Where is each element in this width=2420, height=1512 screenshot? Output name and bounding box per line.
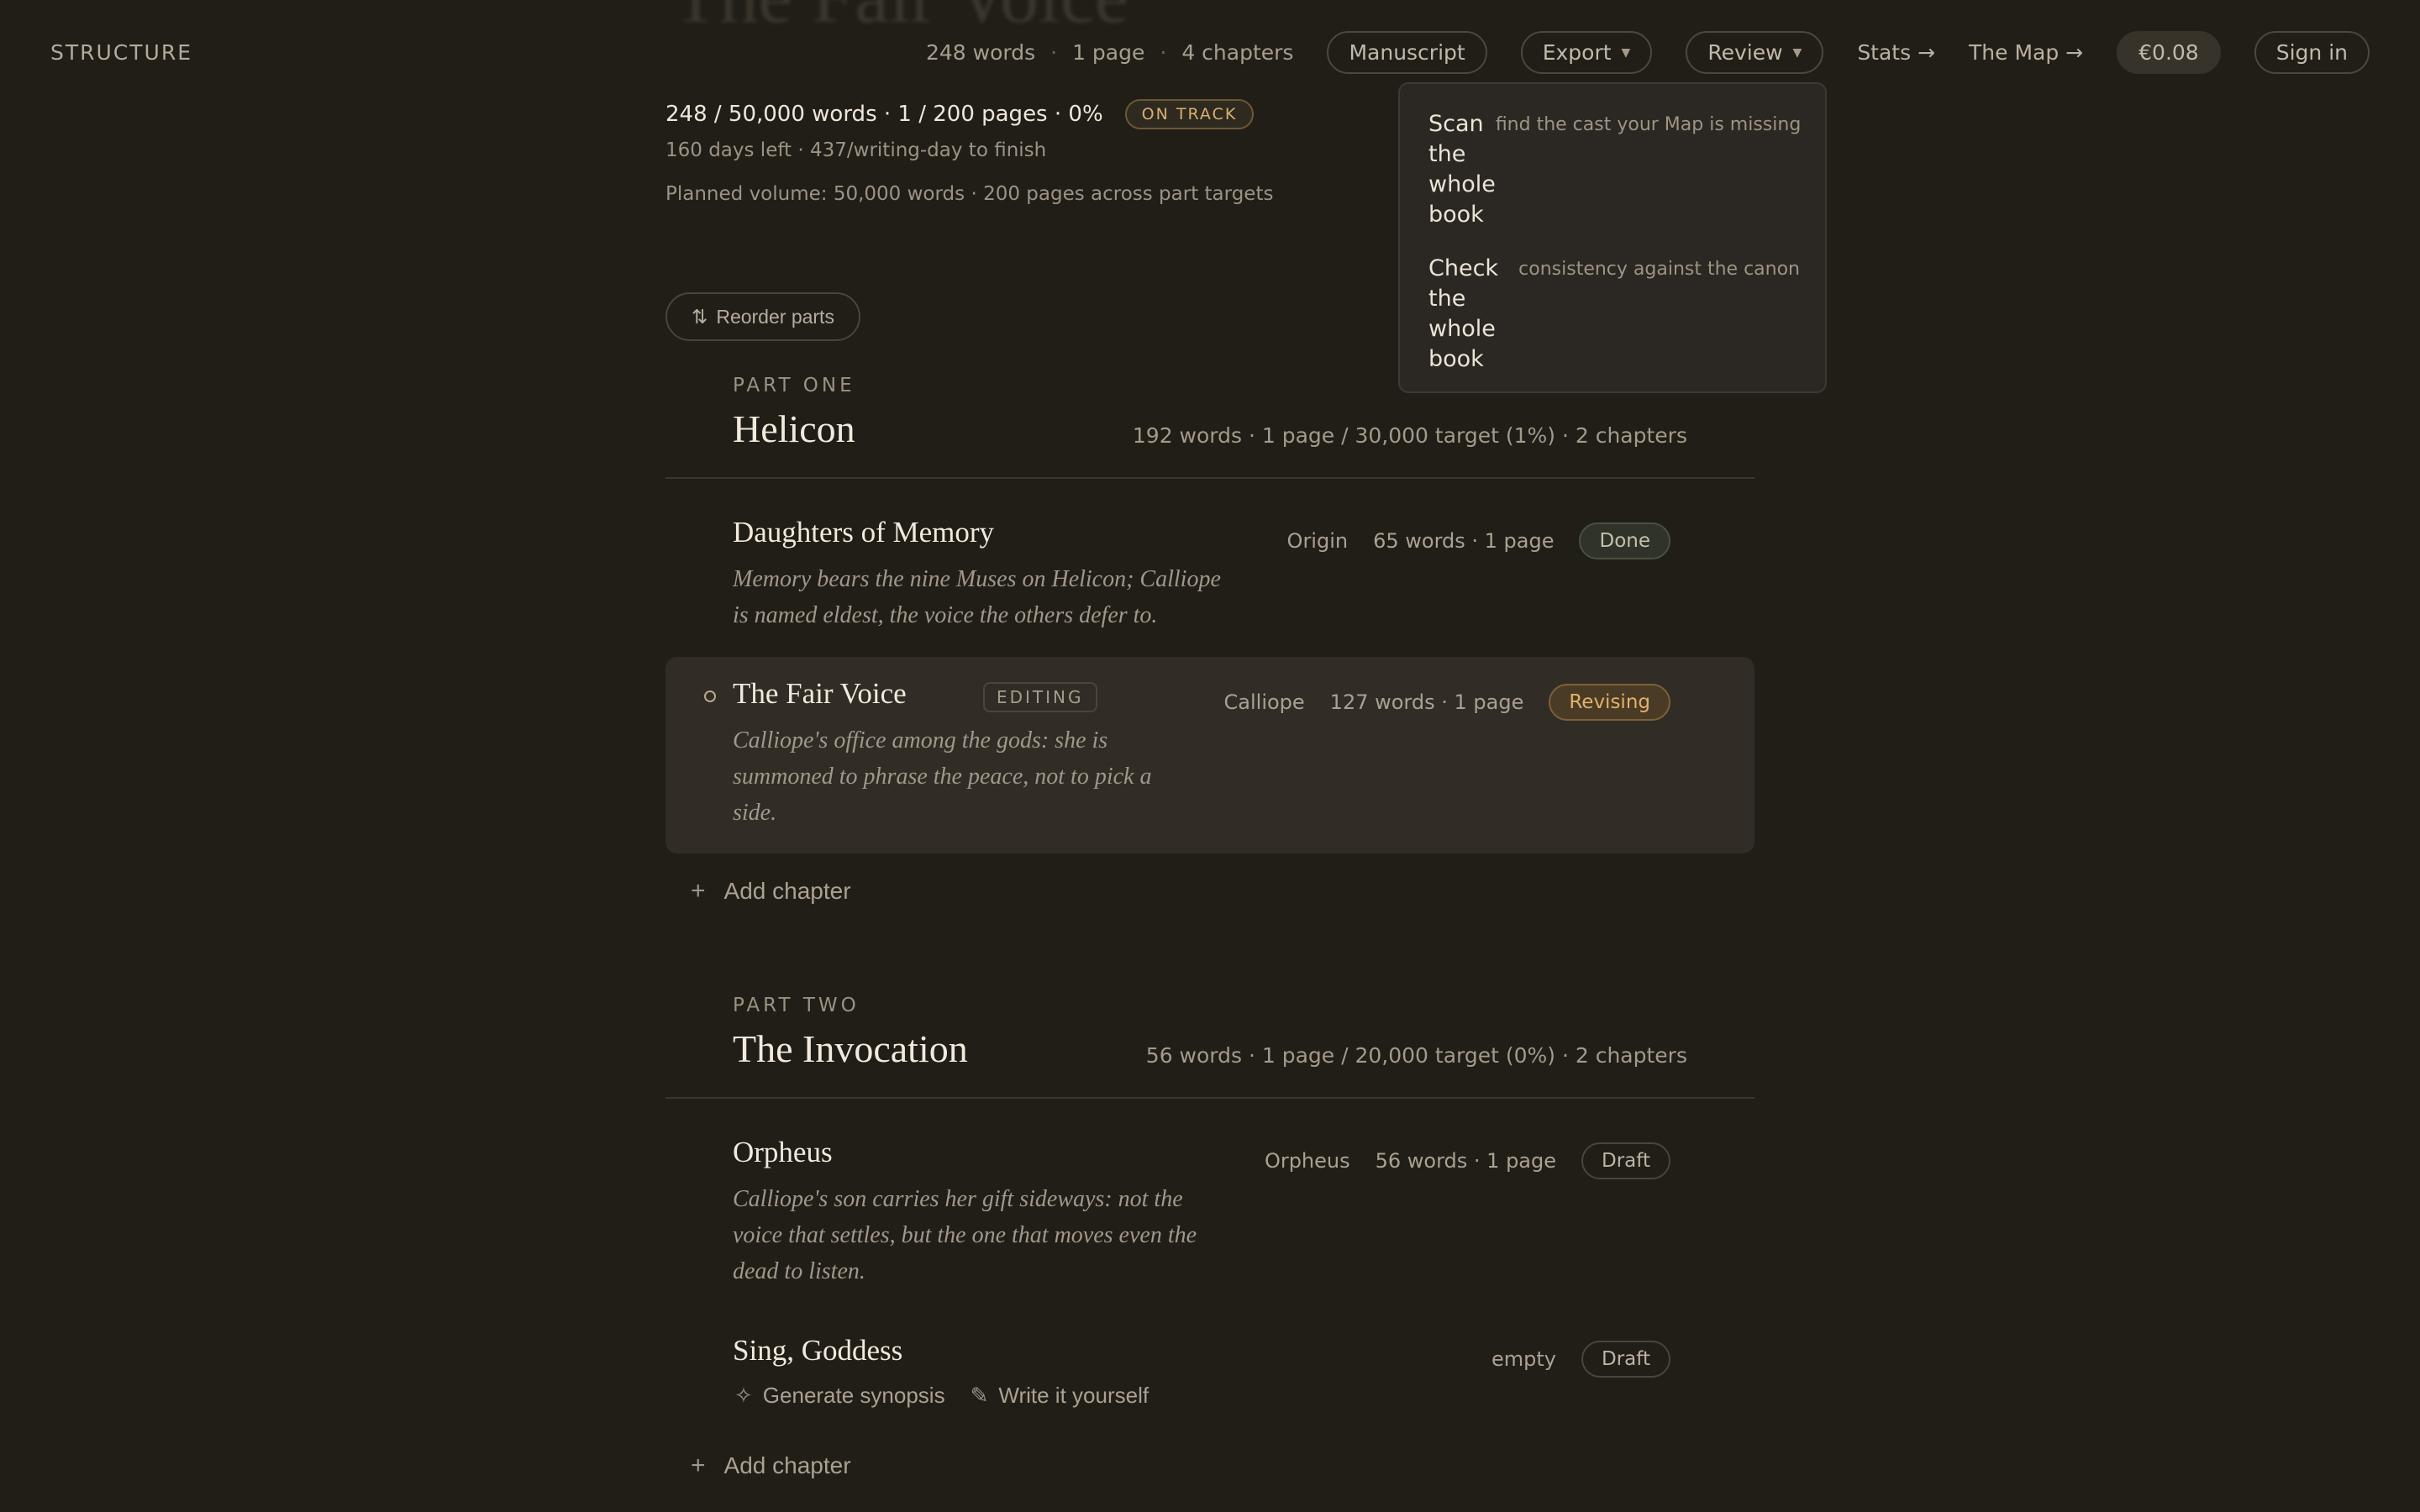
part-stats: 56 words · 1 page / 20,000 target (0%) ·… <box>1145 1043 1687 1068</box>
reorder-parts-button[interactable]: ⇅ Reorder parts <box>666 292 860 341</box>
status-badge[interactable]: Revising <box>1549 684 1670 721</box>
chapter-meta: Origin 65 words · 1 page Done <box>1287 522 1670 559</box>
divider <box>666 1097 1754 1099</box>
status-badge[interactable]: Draft <box>1581 1142 1670 1179</box>
menu-item-label: Scan the whole book <box>1428 111 1496 228</box>
book-stats: 248 words · 1 page · 4 chapters <box>926 40 1293 65</box>
chapter-synopsis: Calliope's son carries her gift sideways… <box>733 1186 1197 1284</box>
pencil-icon: ✎ <box>970 1383 989 1408</box>
write-yourself-label: Write it yourself <box>998 1383 1150 1408</box>
progress-summary: 248 / 50,000 words · 1 / 200 pages · 0% … <box>666 99 1255 129</box>
menu-item-scan-book[interactable]: Scan the whole book find the cast your M… <box>1428 109 1802 230</box>
menu-item-check-book[interactable]: Check the whole book consistency against… <box>1428 254 1800 375</box>
chapter-pov: Calliope <box>1223 690 1305 714</box>
plus-icon: + <box>691 1452 706 1479</box>
page-count: 1 page <box>1072 40 1145 65</box>
menu-item-hint: consistency against the canon <box>1518 259 1800 280</box>
chapter-actions: ✧ Generate synopsis ✎ Write it yourself <box>734 1383 1149 1409</box>
status-badge[interactable]: Done <box>1579 522 1670 559</box>
word-count: 248 words <box>925 40 1036 65</box>
app-brand: STRUCTURE <box>50 40 193 65</box>
part-label: PART TWO <box>733 995 860 1016</box>
plus-icon: + <box>691 877 706 905</box>
chapter-pov: Orpheus <box>1264 1149 1350 1173</box>
part-label: PART ONE <box>733 375 855 396</box>
chapter-title[interactable]: Sing, Goddess <box>733 1334 902 1368</box>
add-chapter-button[interactable]: + Add chapter <box>691 1452 851 1480</box>
menu-item-label: Check the whole book <box>1428 255 1499 372</box>
editing-badge: EDITING <box>983 682 1097 712</box>
chapter-meta: Orpheus 56 words · 1 page Draft <box>1265 1142 1670 1179</box>
separator: · <box>1050 40 1058 65</box>
map-link[interactable]: The Map → <box>1969 40 2083 65</box>
add-chapter-label: Add chapter <box>723 878 851 904</box>
chapter-synopsis: Memory bears the nine Muses on Helicon; … <box>733 566 1221 628</box>
chapter-pov: Origin <box>1286 529 1349 553</box>
caret-down-icon: ▼ <box>1792 45 1802 60</box>
add-chapter-button[interactable]: + Add chapter <box>691 877 851 906</box>
add-chapter-label: Add chapter <box>723 1452 851 1478</box>
menu-item-hint: find the cast your Map is missing <box>1495 114 1802 135</box>
active-indicator-icon <box>704 690 716 702</box>
chapter-count: 65 words · 1 page <box>1373 529 1555 553</box>
export-button-label: Export <box>1542 40 1612 65</box>
review-button[interactable]: Review ▼ <box>1686 31 1824 74</box>
separator: · <box>1160 40 1167 65</box>
top-bar: STRUCTURE 248 words · 1 page · 4 chapter… <box>0 0 2420 106</box>
reorder-icon: ⇅ <box>692 305 708 328</box>
generate-synopsis-label: Generate synopsis <box>762 1383 945 1408</box>
top-nav: 248 words · 1 page · 4 chapters Manuscri… <box>926 31 2370 74</box>
chapter-count: 4 chapters <box>1181 40 1294 65</box>
manuscript-button-label: Manuscript <box>1349 40 1465 65</box>
chapter-meta: empty Draft <box>1491 1341 1670 1378</box>
part-title[interactable]: Helicon <box>733 407 855 451</box>
generate-synopsis-button[interactable]: ✧ Generate synopsis <box>734 1383 945 1409</box>
chapter-count: 56 words · 1 page <box>1375 1149 1557 1173</box>
sign-in-button[interactable]: Sign in <box>2254 31 2370 74</box>
chapter-title[interactable]: Orpheus <box>733 1136 833 1169</box>
planned-volume-text: Planned volume: 50,000 words · 200 pages… <box>666 183 1274 205</box>
status-badge[interactable]: Draft <box>1581 1341 1670 1378</box>
write-yourself-button[interactable]: ✎ Write it yourself <box>971 1383 1149 1409</box>
sparkle-icon: ✧ <box>734 1383 753 1408</box>
deadline-text: 160 days left · 437/writing-day to finis… <box>666 139 1047 161</box>
manuscript-button[interactable]: Manuscript <box>1327 31 1487 74</box>
review-button-label: Review <box>1707 40 1783 65</box>
chapter-count: 127 words · 1 page <box>1329 690 1524 714</box>
sign-in-label: Sign in <box>2275 40 2348 65</box>
chapter-meta: Calliope 127 words · 1 page Revising <box>1224 684 1670 721</box>
chapter-synopsis: Calliope's office among the gods: she is… <box>733 727 1152 826</box>
chapter-title[interactable]: The Fair Voice <box>733 677 907 711</box>
progress-text: 248 / 50,000 words · 1 / 200 pages · 0% <box>666 102 1103 127</box>
reorder-label: Reorder parts <box>716 305 834 328</box>
chapter-count: empty <box>1491 1347 1557 1371</box>
divider <box>666 477 1754 479</box>
credit-amount: €0.08 <box>2139 40 2199 65</box>
credit-balance[interactable]: €0.08 <box>2117 31 2221 74</box>
stats-link[interactable]: Stats → <box>1857 40 1935 65</box>
review-dropdown-menu: Scan the whole book find the cast your M… <box>1398 82 1827 393</box>
part-stats: 192 words · 1 page / 30,000 target (1%) … <box>1132 423 1687 448</box>
export-button[interactable]: Export ▼ <box>1520 31 1653 74</box>
part-title[interactable]: The Invocation <box>733 1026 968 1071</box>
caret-down-icon: ▼ <box>1621 45 1631 60</box>
chapter-title[interactable]: Daughters of Memory <box>733 516 994 549</box>
status-badge: ON TRACK <box>1124 99 1255 129</box>
